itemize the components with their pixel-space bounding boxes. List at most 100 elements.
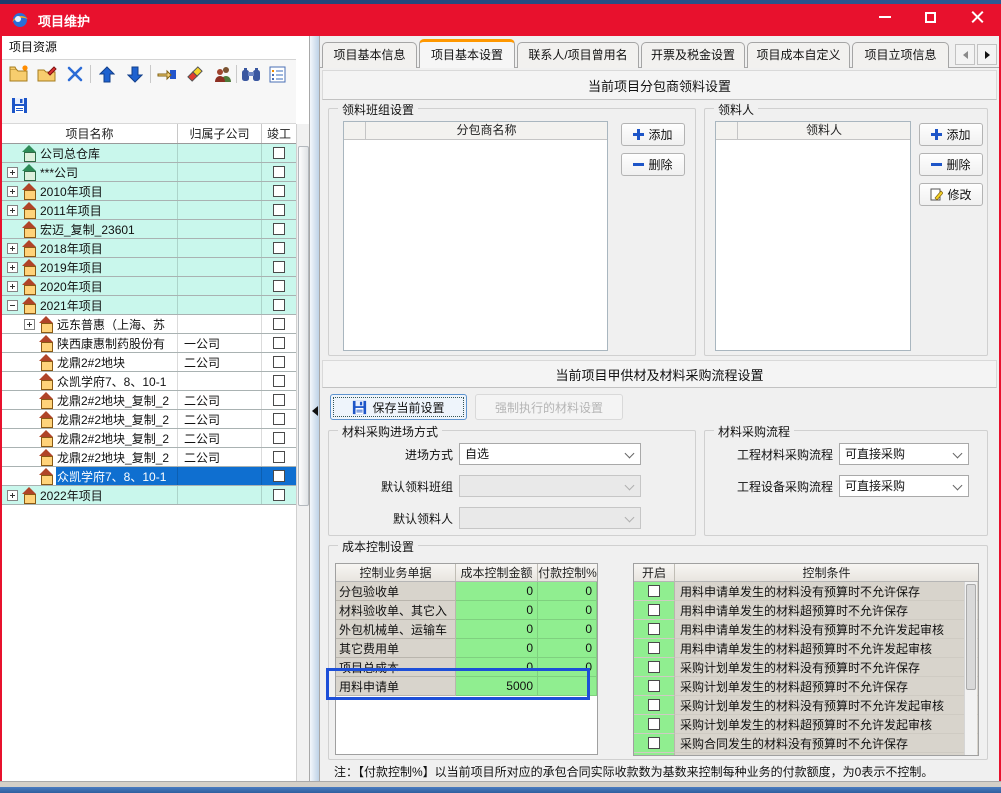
search-binoculars-icon[interactable] [240, 63, 262, 85]
completed-checkbox[interactable] [273, 261, 285, 273]
tree-row-longding[interactable]: 龙鼎2#2地块 二公司 [2, 353, 296, 372]
tree-row-hongmai[interactable]: 宏迈_复制_23601 [2, 220, 296, 239]
save-icon[interactable] [8, 94, 30, 116]
completed-checkbox[interactable] [273, 166, 285, 178]
condition-checkbox[interactable] [648, 699, 660, 711]
tree-row-2011[interactable]: 2011年项目 [2, 201, 296, 220]
move-up-icon[interactable] [96, 63, 118, 85]
equipment-flow-select[interactable]: 可直接采购 [839, 475, 969, 497]
edit-folder-icon[interactable] [36, 63, 58, 85]
grid-settings-icon[interactable] [266, 63, 288, 85]
completed-checkbox[interactable] [273, 394, 285, 406]
tab-project-approval-info[interactable]: 项目立项信息 [852, 42, 949, 68]
panel-splitter[interactable] [309, 36, 320, 781]
picker-table[interactable]: 领料人 [715, 121, 911, 351]
expand-plus-icon[interactable] [24, 319, 35, 330]
tree-row-shaanxi[interactable]: 陕西康惠制药股份有 一公司 [2, 334, 296, 353]
tab-scroll-left-button[interactable] [955, 44, 975, 65]
tree-row-2019[interactable]: 2019年项目 [2, 258, 296, 277]
amount-cell[interactable]: 0 [456, 601, 538, 620]
collapse-minus-icon[interactable] [7, 300, 18, 311]
condition-checkbox[interactable] [648, 604, 660, 616]
completed-checkbox[interactable] [273, 356, 285, 368]
completed-checkbox[interactable] [273, 489, 285, 501]
completed-checkbox[interactable] [273, 413, 285, 425]
condition-checkbox[interactable] [648, 623, 660, 635]
maximize-button[interactable] [913, 6, 947, 28]
expand-plus-icon[interactable] [7, 205, 18, 216]
tree-row-longding-copy[interactable]: 龙鼎2#2地块_复制_2 二公司 [2, 429, 296, 448]
tab-project-basic-info[interactable]: 项目基本信息 [322, 42, 417, 68]
remove-picker-button[interactable]: 删除 [919, 153, 983, 176]
completed-checkbox[interactable] [273, 451, 285, 463]
condition-scrollbar-thumb[interactable] [966, 584, 976, 690]
tree-row-zhongkai-selected[interactable]: 众凯学府7、8、10-1 [2, 467, 296, 486]
eraser-icon[interactable] [184, 63, 206, 85]
tab-invoice-tax[interactable]: 开票及税金设置 [641, 42, 745, 68]
expand-plus-icon[interactable] [7, 490, 18, 501]
tree-row-longding-copy[interactable]: 龙鼎2#2地块_复制_2 二公司 [2, 448, 296, 467]
assign-hand-icon[interactable] [156, 63, 178, 85]
pay-cell[interactable]: 0 [538, 582, 597, 601]
pay-cell[interactable]: 0 [538, 639, 597, 658]
tab-contacts-former-name[interactable]: 联系人/项目曾用名 [517, 42, 639, 68]
condition-checkbox[interactable] [648, 642, 660, 654]
tree-row-longding-copy[interactable]: 龙鼎2#2地块_复制_2 二公司 [2, 391, 296, 410]
tree-row-longding-copy[interactable]: 龙鼎2#2地块_复制_2 二公司 [2, 410, 296, 429]
subcontractor-table[interactable]: 分包商名称 [343, 121, 608, 351]
completed-checkbox[interactable] [273, 147, 285, 159]
add-subcontractor-button[interactable]: 添加 [621, 123, 685, 146]
completed-checkbox[interactable] [273, 280, 285, 292]
condition-scrollbar[interactable] [964, 582, 977, 756]
condition-checkbox[interactable] [648, 585, 660, 597]
move-down-icon[interactable] [124, 63, 146, 85]
completed-checkbox[interactable] [273, 318, 285, 330]
users-icon[interactable] [212, 63, 234, 85]
entry-mode-select[interactable]: 自选 [459, 443, 641, 465]
expand-plus-icon[interactable] [7, 186, 18, 197]
remove-subcontractor-button[interactable]: 删除 [621, 153, 685, 176]
completed-checkbox[interactable] [273, 185, 285, 197]
delete-icon[interactable] [64, 63, 86, 85]
amount-cell[interactable]: 0 [456, 639, 538, 658]
minimize-button[interactable] [868, 6, 902, 28]
tree-row-2010[interactable]: 2010年项目 [2, 182, 296, 201]
pay-cell[interactable]: 0 [538, 658, 597, 677]
tree-row-2022[interactable]: 2022年项目 [2, 486, 296, 505]
tree-row-2020[interactable]: 2020年项目 [2, 277, 296, 296]
completed-checkbox[interactable] [273, 470, 285, 482]
pay-cell[interactable]: 0 [538, 620, 597, 639]
expand-plus-icon[interactable] [7, 281, 18, 292]
close-button[interactable] [960, 6, 994, 28]
completed-checkbox[interactable] [273, 204, 285, 216]
completed-checkbox[interactable] [273, 375, 285, 387]
completed-checkbox[interactable] [273, 432, 285, 444]
collapse-arrow-icon[interactable] [312, 406, 318, 416]
amount-cell[interactable]: 5000 [456, 677, 538, 696]
amount-cell[interactable]: 0 [456, 582, 538, 601]
modify-picker-button[interactable]: 修改 [919, 183, 983, 206]
completed-checkbox[interactable] [273, 337, 285, 349]
tree-row-2021[interactable]: 2021年项目 [2, 296, 296, 315]
pay-cell[interactable]: 0 [538, 601, 597, 620]
tab-project-basic-settings[interactable]: 项目基本设置 [419, 39, 515, 68]
tree-row-company[interactable]: ***公司 [2, 163, 296, 182]
condition-checkbox[interactable] [648, 718, 660, 730]
pay-cell[interactable] [538, 677, 597, 696]
tree-row-zhongkai[interactable]: 众凯学府7、8、10-1 [2, 372, 296, 391]
completed-checkbox[interactable] [273, 299, 285, 311]
completed-checkbox[interactable] [273, 223, 285, 235]
tree-row-company-warehouse[interactable]: 公司总仓库 [2, 144, 296, 163]
tree-row-yuandong[interactable]: 远东普惠（上海、苏 [2, 315, 296, 334]
completed-checkbox[interactable] [273, 242, 285, 254]
tab-scroll-right-button[interactable] [977, 44, 997, 65]
amount-cell[interactable]: 0 [456, 658, 538, 677]
tab-cost-custom[interactable]: 项目成本自定义 [747, 42, 850, 68]
expand-plus-icon[interactable] [7, 262, 18, 273]
tree-row-2018[interactable]: 2018年项目 [2, 239, 296, 258]
expand-plus-icon[interactable] [7, 243, 18, 254]
tree-scrollbar-thumb[interactable] [298, 146, 309, 506]
new-folder-icon[interactable] [8, 63, 30, 85]
material-flow-select[interactable]: 可直接采购 [839, 443, 969, 465]
condition-checkbox[interactable] [648, 737, 660, 749]
